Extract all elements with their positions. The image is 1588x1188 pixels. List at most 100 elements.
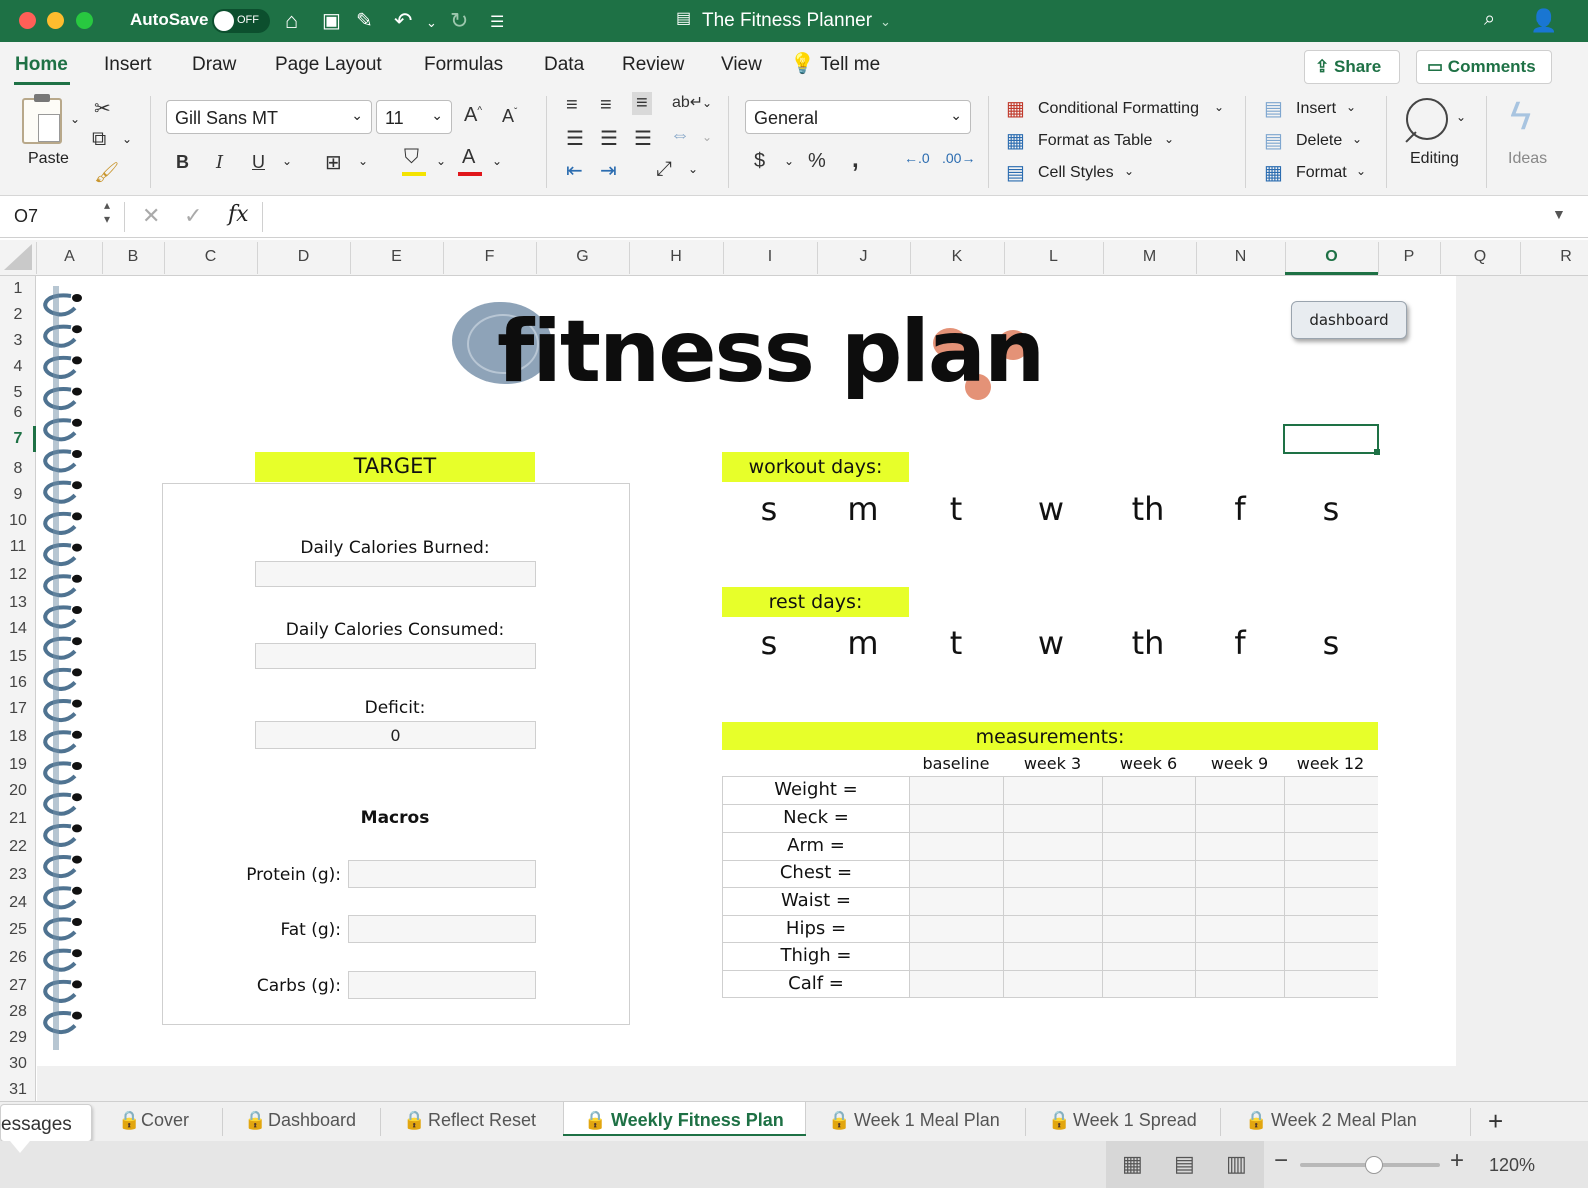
row-header-26[interactable]: 26 <box>0 949 36 967</box>
increase-indent-icon[interactable]: ⇥ <box>600 158 617 183</box>
chevron-down-icon[interactable]: ⌄ <box>1352 132 1362 146</box>
column-header-r[interactable]: R <box>1556 248 1576 266</box>
column-header-q[interactable]: Q <box>1440 248 1520 266</box>
insert-cells-button[interactable]: Insert <box>1296 100 1336 118</box>
sheet-tab-week2-meal-plan[interactable]: Week 2 Meal Plan <box>1271 1110 1417 1131</box>
rest-day-mon[interactable]: m <box>833 624 893 662</box>
tab-review[interactable]: Review <box>622 54 684 76</box>
search-icon[interactable]: ⌕ <box>1484 8 1495 31</box>
zoom-window-button[interactable] <box>76 12 93 29</box>
tab-view[interactable]: View <box>721 54 762 76</box>
worksheet-grid[interactable]: fitness plan dashboard TARGET Daily Calo… <box>37 276 1588 1106</box>
sheet-tab-weekly-fitness-plan[interactable]: Weekly Fitness Plan <box>611 1110 784 1131</box>
undo-icon[interactable]: ↶ <box>394 8 412 34</box>
orientation-icon[interactable]: ⤢ <box>656 158 672 181</box>
row-header-28[interactable]: 28 <box>0 1003 36 1021</box>
column-header-o[interactable]: O <box>1285 248 1378 266</box>
page-break-view-icon[interactable]: ▥ <box>1226 1151 1247 1177</box>
select-all-corner[interactable] <box>4 244 32 270</box>
rest-day-sun[interactable]: s <box>739 624 799 662</box>
column-header-i[interactable]: I <box>723 248 817 266</box>
decrease-font-size-icon[interactable]: Aˇ <box>502 106 517 127</box>
row-header-3[interactable]: 3 <box>0 332 36 350</box>
comma-style-button[interactable]: , <box>852 146 859 174</box>
add-sheet-icon[interactable]: + <box>1488 1106 1503 1137</box>
name-box-stepper-icon[interactable]: ▴ ▾ <box>104 198 110 226</box>
document-title[interactable]: The Fitness Planner <box>702 10 872 32</box>
orientation-chevron-icon[interactable]: ⌄ <box>688 162 698 176</box>
fat-field[interactable] <box>348 915 536 943</box>
font-color-chevron-icon[interactable]: ⌄ <box>492 154 502 168</box>
copy-chevron-icon[interactable]: ⌄ <box>122 132 132 146</box>
zoom-slider-thumb[interactable] <box>1365 1156 1383 1174</box>
tab-page-layout[interactable]: Page Layout <box>275 54 382 76</box>
chevron-down-icon[interactable]: ⌄ <box>1124 164 1134 178</box>
row-header-4[interactable]: 4 <box>0 358 36 376</box>
enter-icon[interactable]: ✓ <box>184 203 202 229</box>
row-header-17[interactable]: 17 <box>0 700 36 718</box>
align-middle-icon[interactable]: ≡ <box>600 94 612 117</box>
align-left-icon[interactable]: ☰ <box>566 126 584 151</box>
rest-day-thu[interactable]: th <box>1118 624 1178 662</box>
row-header-8[interactable]: 8 <box>0 460 36 478</box>
currency-button[interactable]: $ <box>754 150 765 173</box>
sheet-tab-dashboard[interactable]: Dashboard <box>268 1110 356 1131</box>
row-header-16[interactable]: 16 <box>0 674 36 692</box>
fill-color-icon[interactable]: ⛉ <box>404 146 419 169</box>
chevron-down-icon[interactable]: ⌄ <box>1356 164 1366 178</box>
row-header-18[interactable]: 18 <box>0 728 36 746</box>
tell-me-search[interactable]: Tell me <box>820 54 880 76</box>
ideas-label[interactable]: Ideas <box>1508 150 1547 168</box>
edit-icon[interactable]: ✎ <box>356 8 373 33</box>
protein-field[interactable] <box>348 860 536 888</box>
column-header-h[interactable]: H <box>629 248 723 266</box>
row-header-19[interactable]: 19 <box>0 756 36 774</box>
calories-consumed-field[interactable] <box>255 643 536 669</box>
zoom-out-icon[interactable]: − <box>1274 1147 1288 1175</box>
sheet-tab-reflect-reset[interactable]: Reflect Reset <box>428 1110 536 1131</box>
align-right-icon[interactable]: ☰ <box>634 126 652 151</box>
workout-day-thu[interactable]: th <box>1118 490 1178 528</box>
borders-icon[interactable]: ⊞ <box>325 150 342 175</box>
row-header-2[interactable]: 2 <box>0 306 36 324</box>
sheet-tab-week1-meal-plan[interactable]: Week 1 Meal Plan <box>854 1110 1000 1131</box>
name-box[interactable]: O7 <box>14 206 38 227</box>
workout-day-sat[interactable]: s <box>1301 490 1361 528</box>
customize-toolbar-icon[interactable]: ☰ <box>490 12 504 32</box>
row-header-15[interactable]: 15 <box>0 648 36 666</box>
ideas-icon[interactable]: ϟ <box>1510 94 1531 139</box>
row-header-29[interactable]: 29 <box>0 1029 36 1047</box>
row-header-24[interactable]: 24 <box>0 894 36 912</box>
currency-chevron-icon[interactable]: ⌄ <box>784 154 794 168</box>
row-header-22[interactable]: 22 <box>0 838 36 856</box>
row-header-14[interactable]: 14 <box>0 620 36 638</box>
chevron-down-icon[interactable]: ⌄ <box>1346 100 1356 114</box>
row-header-12[interactable]: 12 <box>0 566 36 584</box>
merge-center-icon[interactable]: ⇔ <box>670 124 690 147</box>
rest-day-fri[interactable]: f <box>1210 624 1270 662</box>
carbs-field[interactable] <box>348 971 536 999</box>
row-header-23[interactable]: 23 <box>0 866 36 884</box>
autosave-toggle[interactable]: OFF <box>212 9 270 33</box>
row-header-27[interactable]: 27 <box>0 977 36 995</box>
column-header-l[interactable]: L <box>1004 248 1103 266</box>
column-header-g[interactable]: G <box>536 248 629 266</box>
align-top-icon[interactable]: ≡ <box>566 94 578 117</box>
editing-label[interactable]: Editing <box>1410 150 1459 168</box>
row-header-25[interactable]: 25 <box>0 921 36 939</box>
increase-font-size-icon[interactable]: A^ <box>464 104 482 127</box>
column-header-f[interactable]: F <box>443 248 536 266</box>
zoom-in-icon[interactable]: + <box>1450 1147 1464 1175</box>
messages-popup[interactable]: essages <box>0 1104 92 1142</box>
minimize-window-button[interactable] <box>47 12 64 29</box>
tab-insert[interactable]: Insert <box>104 54 152 76</box>
workout-day-mon[interactable]: m <box>833 490 893 528</box>
column-header-a[interactable]: A <box>37 248 102 266</box>
copy-icon[interactable]: ⧉ <box>92 128 106 151</box>
row-header-20[interactable]: 20 <box>0 782 36 800</box>
column-header-k[interactable]: K <box>910 248 1004 266</box>
tab-formulas[interactable]: Formulas <box>424 54 503 76</box>
underline-button[interactable]: U <box>252 152 265 173</box>
merge-chevron-icon[interactable]: ⌄ <box>702 130 712 144</box>
align-bottom-icon[interactable]: ≡ <box>632 92 652 115</box>
